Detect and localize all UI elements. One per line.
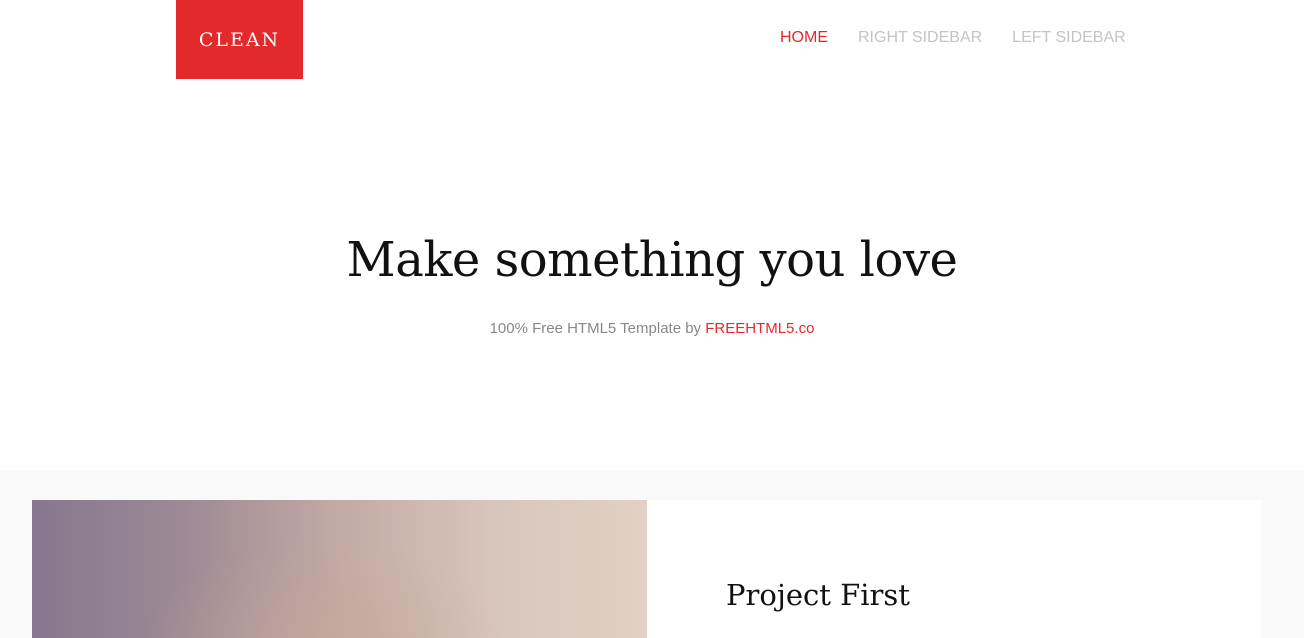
freehtml5-link[interactable]: FREEHTML5.co	[705, 320, 814, 337]
nav-link-home[interactable]: HOME	[780, 29, 828, 46]
nav-link-right-sidebar[interactable]: RIGHT SIDEBAR	[858, 29, 982, 46]
project-card: Project First	[647, 500, 1261, 638]
project-title[interactable]: Project First	[726, 578, 910, 612]
hero-subtitle-text: 100% Free HTML5 Template by	[489, 320, 706, 337]
nav-link-left-sidebar[interactable]: LEFT SIDEBAR	[1012, 29, 1126, 46]
nav-item-right-sidebar: RIGHT SIDEBAR	[858, 29, 982, 47]
hero-subtitle: 100% Free HTML5 Template by FREEHTML5.co	[0, 320, 1304, 337]
main-nav: HOME RIGHT SIDEBAR LEFT SIDEBAR	[780, 29, 1126, 47]
project-image[interactable]	[32, 500, 647, 638]
nav-item-home: HOME	[780, 29, 828, 47]
page: CLEAN HOME RIGHT SIDEBAR LEFT SIDEBAR Ma…	[0, 0, 1304, 638]
nav-item-left-sidebar: LEFT SIDEBAR	[1012, 29, 1126, 47]
projects-section: Project First	[0, 470, 1304, 638]
logo-link[interactable]: CLEAN	[176, 0, 303, 79]
hero-title: Make something you love	[346, 232, 958, 288]
